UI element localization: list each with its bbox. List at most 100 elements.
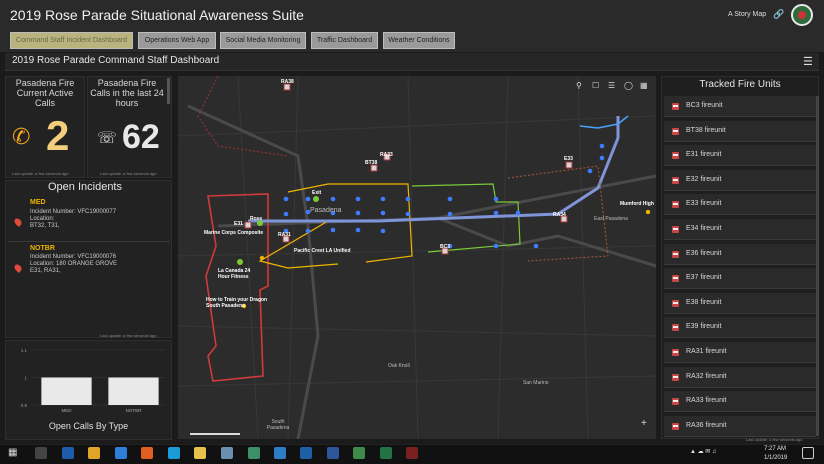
map-label-ra31: RA31: [278, 232, 291, 238]
tracked-unit-row[interactable]: RA36 fireunit: [664, 415, 816, 437]
tracked-unit-label: E38 fireunit: [686, 298, 722, 306]
tracked-unit-row[interactable]: RA31 fireunit: [664, 342, 816, 363]
app-icon-3[interactable]: [274, 447, 286, 459]
tracked-unit-row[interactable]: E32 fireunit: [664, 169, 816, 191]
layers-icon[interactable]: ☰: [608, 81, 615, 90]
fire-truck-icon: [672, 176, 679, 184]
map-canvas[interactable]: [178, 76, 656, 439]
units-scrollbar[interactable]: [816, 96, 819, 436]
app-icon-2[interactable]: [248, 447, 260, 459]
bookmark-icon[interactable]: ☐: [592, 81, 599, 90]
tracked-unit-row[interactable]: RA33 fireunit: [664, 391, 816, 413]
fire-truck-icon: [672, 201, 679, 209]
map-label-east-pasadena: East Pasadena: [594, 216, 628, 222]
incident-units: E31, RA31,: [30, 268, 61, 274]
skype-icon[interactable]: [168, 447, 180, 459]
hamburger-menu-icon[interactable]: ☰: [803, 55, 813, 68]
tracked-unit-row[interactable]: E34 fireunit: [664, 219, 816, 240]
fire-truck-icon: [672, 299, 679, 307]
chrome-icon[interactable]: [88, 447, 100, 459]
search-icon[interactable]: ⚲: [576, 81, 582, 90]
y-tick-label: 0.9: [21, 403, 28, 408]
tracked-unit-label: RA31 fireunit: [686, 348, 727, 355]
map-label-ra38: RA38: [281, 79, 294, 85]
x-tick-label: NOTBR: [126, 408, 143, 413]
tracked-unit-row[interactable]: E38 fireunit: [664, 292, 816, 314]
fire-truck-icon: [672, 152, 679, 160]
tracked-unit-row[interactable]: E39 fireunit: [664, 317, 816, 339]
calls-24h-updated: Last update: a few seconds ago: [100, 171, 157, 176]
incident-type[interactable]: MED: [30, 199, 46, 206]
word-icon[interactable]: [327, 447, 339, 459]
freeways: [187, 104, 656, 439]
app-icon-1[interactable]: [221, 447, 233, 459]
poi-markers[interactable]: [241, 209, 651, 309]
tracked-unit-row[interactable]: E37 fireunit: [664, 268, 816, 290]
basemap-icon[interactable]: ◯: [624, 81, 633, 90]
open-incidents-title: Open Incidents: [48, 181, 122, 193]
chart-bar[interactable]: [108, 377, 159, 406]
map-label-how-to: How to Train your Dragon South Pasadena: [206, 297, 268, 309]
tracked-unit-row[interactable]: BT38 fireunit: [664, 120, 816, 142]
incident-units: BT32, T31,: [30, 223, 60, 229]
incident-number: Incident Number: VFC19000076: [30, 254, 117, 260]
firefox-icon[interactable]: [141, 447, 153, 459]
tab-social-media[interactable]: Social Media Monitoring: [220, 32, 306, 49]
tab-command-staff[interactable]: Command Staff Incident Dashboard: [10, 32, 133, 49]
app-icon-5[interactable]: [353, 447, 365, 459]
phone-icon: ✆: [12, 124, 31, 149]
active-calls-value: 2: [46, 112, 70, 159]
taskbar-time: 7:27 AM: [764, 446, 787, 452]
story-map-link[interactable]: A Story Map: [728, 11, 766, 18]
tracked-unit-label: RA33 fireunit: [686, 397, 727, 405]
y-tick-label: 1: [24, 376, 27, 381]
windows-start-icon[interactable]: ▦: [8, 447, 20, 459]
tracked-unit-label: E36 fireunit: [686, 249, 722, 257]
app-icon-6[interactable]: [406, 447, 418, 459]
incident-type[interactable]: NOTBR: [30, 245, 55, 252]
map-label-la-canada: La Canada 24 Hour Fitness: [218, 268, 251, 280]
zoom-in-icon[interactable]: +: [641, 418, 647, 429]
map-label-ra33: RA33: [380, 152, 393, 158]
tab-weather[interactable]: Weather Conditions: [383, 32, 455, 49]
indicator-scrollbar[interactable]: [167, 78, 170, 104]
map-label-pasadena: Pasadena: [310, 207, 342, 214]
chart-title: Open Calls By Type: [48, 421, 129, 431]
tracked-unit-row[interactable]: E36 fireunit: [664, 243, 816, 265]
notifications-icon[interactable]: [802, 447, 814, 459]
search-taskbar-icon[interactable]: [35, 447, 47, 459]
outlook-icon[interactable]: [62, 447, 74, 459]
fire-truck-icon: [672, 226, 679, 233]
map-label-e31: E31: [234, 221, 243, 227]
fire-truck-icon: [672, 349, 679, 356]
tracked-unit-row[interactable]: RA32 fireunit: [664, 366, 816, 388]
calls-24h-title: Pasadena Fire Calls in the last 24 hours: [90, 78, 164, 106]
tracked-unit-row[interactable]: E31 fireunit: [664, 145, 816, 167]
tracked-unit-label: RA32 fireunit: [686, 372, 727, 380]
incident-map[interactable]: RA38 RA33 BT38 E33 RA34 BC3 RA31 E31 Ros…: [178, 76, 656, 439]
tab-traffic[interactable]: Traffic Dashboard: [311, 32, 378, 49]
tracked-unit-label: E31 fireunit: [686, 151, 722, 159]
explorer-icon[interactable]: [194, 447, 206, 459]
link-icon[interactable]: 🔗: [773, 9, 784, 20]
app-title: 2019 Rose Parade Situational Awareness S…: [10, 7, 304, 23]
incident-number: Incident Number: VFC19000077: [30, 209, 117, 215]
app-icon-4[interactable]: [300, 447, 312, 459]
excel-icon[interactable]: [380, 447, 392, 459]
fire-truck-icon: [672, 103, 679, 110]
y-tick-label: 1.1: [21, 348, 28, 353]
tray-icons[interactable]: ▲ ☁ ✉ ♫: [690, 448, 716, 455]
map-label-rose: Rose: [250, 216, 263, 222]
chart-bar[interactable]: [41, 377, 92, 406]
grid-icon[interactable]: ▦: [640, 81, 648, 90]
fire-truck-icon: [672, 250, 679, 258]
map-label-south-pasadena: South Pasadena: [266, 419, 290, 431]
tracked-unit-row[interactable]: E33 fireunit: [664, 194, 816, 216]
tab-operations[interactable]: Operations Web App: [138, 32, 216, 49]
tracked-unit-row[interactable]: BC3 fireunit: [664, 96, 816, 117]
fire-truck-icon: [672, 324, 679, 332]
map-label-exit: Exit: [312, 190, 322, 196]
edge-icon[interactable]: [115, 447, 127, 459]
dashboard-title: 2019 Rose Parade Command Staff Dashboard: [12, 55, 220, 66]
tracked-unit-label: RA36 fireunit: [686, 421, 727, 429]
